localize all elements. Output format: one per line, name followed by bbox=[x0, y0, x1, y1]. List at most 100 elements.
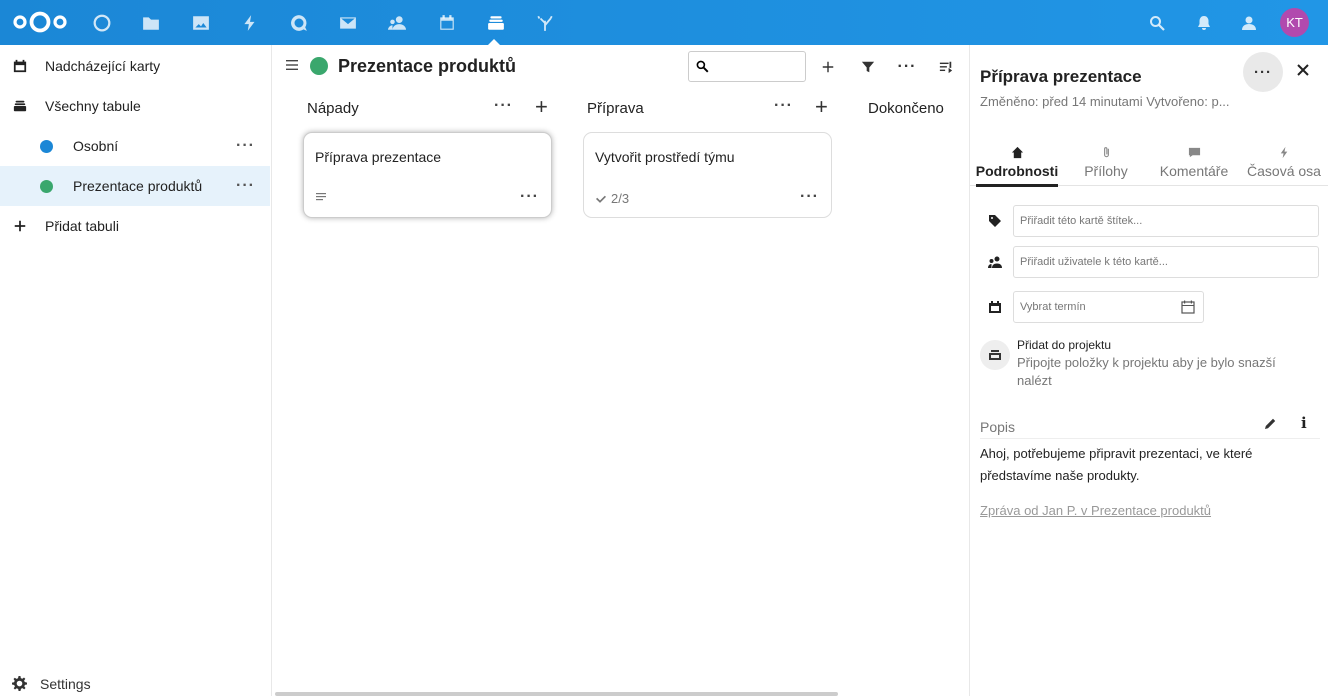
notifications-icon[interactable] bbox=[1184, 0, 1224, 45]
home-icon bbox=[1011, 146, 1023, 159]
description-label: Popis bbox=[980, 419, 1016, 435]
more-icon[interactable]: ··· bbox=[236, 137, 255, 155]
plus-icon bbox=[822, 61, 834, 73]
horizontal-scrollbar[interactable] bbox=[275, 692, 838, 696]
card-title: Příprava prezentace bbox=[315, 149, 442, 165]
photos-icon[interactable] bbox=[181, 0, 221, 45]
files-icon[interactable] bbox=[131, 0, 171, 45]
details-icon bbox=[939, 61, 953, 74]
left-navigation: Nadcházející karty Všechny tabule Osobní… bbox=[0, 45, 272, 696]
stack-title[interactable]: Příprava bbox=[587, 100, 644, 117]
activity-icon[interactable] bbox=[230, 0, 270, 45]
description-header: Popis i bbox=[980, 414, 1320, 439]
settings-button[interactable]: Settings bbox=[0, 672, 270, 696]
nav-all-boards[interactable]: Všechny tabule bbox=[0, 86, 270, 126]
talk-icon[interactable] bbox=[279, 0, 319, 45]
contacts-icon[interactable] bbox=[377, 0, 417, 45]
mail-icon[interactable] bbox=[328, 0, 368, 45]
comment-icon bbox=[1188, 147, 1200, 158]
nav-label: Osobní bbox=[73, 138, 119, 154]
checklist-count: 2/3 bbox=[611, 191, 630, 206]
due-date-input[interactable]: Vybrat termín bbox=[1013, 291, 1204, 323]
flow-icon[interactable] bbox=[525, 0, 565, 45]
tab-comments[interactable]: Komentáře bbox=[1154, 140, 1234, 186]
add-stack-button[interactable] bbox=[817, 56, 839, 78]
stack-more-button[interactable]: ··· bbox=[774, 97, 793, 115]
nextcloud-logo-icon[interactable] bbox=[12, 10, 68, 34]
tag-icon bbox=[988, 214, 1004, 230]
nav-label: Nadcházející karty bbox=[45, 58, 161, 74]
nav-upcoming-cards[interactable]: Nadcházející karty bbox=[0, 46, 270, 86]
nav-add-board[interactable]: Přidat tabuli bbox=[0, 206, 270, 246]
stack-title[interactable]: Nápady bbox=[307, 100, 359, 117]
tags-row: Přiřadit této kartě štítek... bbox=[970, 205, 1328, 238]
close-button[interactable] bbox=[1293, 60, 1313, 80]
tab-label: Podrobnosti bbox=[975, 163, 1059, 179]
card-detail-title[interactable]: Příprava prezentace bbox=[980, 67, 1142, 87]
dashboard-icon[interactable] bbox=[82, 0, 122, 45]
top-header: KT bbox=[0, 0, 1328, 45]
tags-placeholder: Přiřadit této kartě štítek... bbox=[1020, 215, 1143, 227]
board-details-button[interactable] bbox=[935, 56, 957, 78]
sidebar-tabs: Podrobnosti Přílohy Komentáře Časová osa bbox=[970, 140, 1328, 187]
stack-more-button[interactable]: ··· bbox=[494, 97, 513, 115]
card[interactable]: Příprava prezentace ··· bbox=[303, 132, 552, 218]
tab-attachments[interactable]: Přílohy bbox=[1071, 140, 1141, 186]
due-date-placeholder: Vybrat termín bbox=[1020, 301, 1086, 313]
add-card-button[interactable]: + bbox=[815, 94, 828, 120]
calendar-icon bbox=[12, 58, 28, 74]
text-lines-icon bbox=[316, 193, 326, 201]
contacts-menu-icon[interactable] bbox=[1228, 0, 1268, 45]
more-icon[interactable]: ··· bbox=[236, 177, 255, 195]
card-detail-subtitle: Změněno: před 14 minutami Vytvořeno: p..… bbox=[980, 94, 1230, 109]
assignees-input[interactable]: Přiřadit uživatele k této kartě... bbox=[1013, 246, 1319, 278]
filter-button[interactable] bbox=[857, 56, 879, 78]
description-link[interactable]: Zpráva od Jan P. v Prezentace produktů bbox=[980, 503, 1211, 518]
nav-label: Všechny tabule bbox=[45, 98, 141, 114]
plus-icon bbox=[12, 218, 28, 234]
project-icon bbox=[980, 340, 1010, 370]
description-indicator bbox=[315, 191, 327, 203]
calendar-icon bbox=[988, 300, 1004, 316]
close-icon bbox=[1297, 64, 1309, 76]
board-color-dot bbox=[40, 179, 53, 193]
nav-board-product-presentation[interactable]: Prezentace produktů ··· bbox=[0, 166, 270, 206]
filter-icon bbox=[861, 61, 875, 73]
settings-label: Settings bbox=[40, 676, 91, 692]
calendar-icon[interactable] bbox=[427, 0, 467, 45]
card-actions-button[interactable]: ··· bbox=[1243, 52, 1283, 92]
info-icon[interactable]: i bbox=[1301, 414, 1307, 432]
tab-label: Časová osa bbox=[1247, 163, 1321, 179]
checkmark-icon bbox=[596, 195, 606, 203]
search-icon[interactable] bbox=[1137, 0, 1177, 45]
checklist-badge: 2/3 bbox=[595, 191, 629, 206]
tab-timeline[interactable]: Časová osa bbox=[1246, 140, 1322, 186]
board-title: Prezentace produktů bbox=[338, 56, 517, 76]
menu-icon[interactable] bbox=[285, 58, 299, 72]
calendar-picker-icon[interactable] bbox=[1181, 300, 1195, 314]
stack-title[interactable]: Dokončeno bbox=[868, 100, 944, 117]
pencil-icon[interactable] bbox=[1263, 417, 1277, 431]
board-toolbar: Prezentace produktů ··· bbox=[273, 45, 969, 89]
avatar[interactable]: KT bbox=[1280, 8, 1309, 37]
add-to-project[interactable]: Přidat do projektu Připojte položky k pr… bbox=[970, 335, 1328, 395]
search-icon bbox=[696, 60, 709, 73]
description-text[interactable]: Ahoj, potřebujeme připravit prezentaci, … bbox=[980, 443, 1310, 487]
tags-input[interactable]: Přiřadit této kartě štítek... bbox=[1013, 205, 1319, 237]
tab-details[interactable]: Podrobnosti bbox=[975, 140, 1059, 187]
nav-board-personal[interactable]: Osobní ··· bbox=[0, 126, 270, 166]
board-color-dot bbox=[40, 139, 53, 153]
add-card-button[interactable]: + bbox=[535, 94, 548, 120]
board-more-button[interactable]: ··· bbox=[896, 56, 918, 78]
avatar-initials: KT bbox=[1286, 15, 1303, 30]
card-title: Vytvořit prostředí týmu bbox=[595, 149, 735, 165]
due-date-row: Vybrat termín bbox=[970, 291, 1328, 324]
gear-icon bbox=[12, 676, 28, 692]
assignees-placeholder: Přiřadit uživatele k této kartě... bbox=[1020, 256, 1168, 268]
card-more-button[interactable]: ··· bbox=[800, 188, 819, 206]
card[interactable]: Vytvořit prostředí týmu 2/3 ··· bbox=[583, 132, 832, 218]
board-area: Prezentace produktů ··· Nápady ··· + Pří… bbox=[273, 45, 969, 696]
board-search-input[interactable] bbox=[688, 51, 806, 82]
nav-label: Prezentace produktů bbox=[73, 178, 203, 194]
card-more-button[interactable]: ··· bbox=[520, 188, 539, 206]
